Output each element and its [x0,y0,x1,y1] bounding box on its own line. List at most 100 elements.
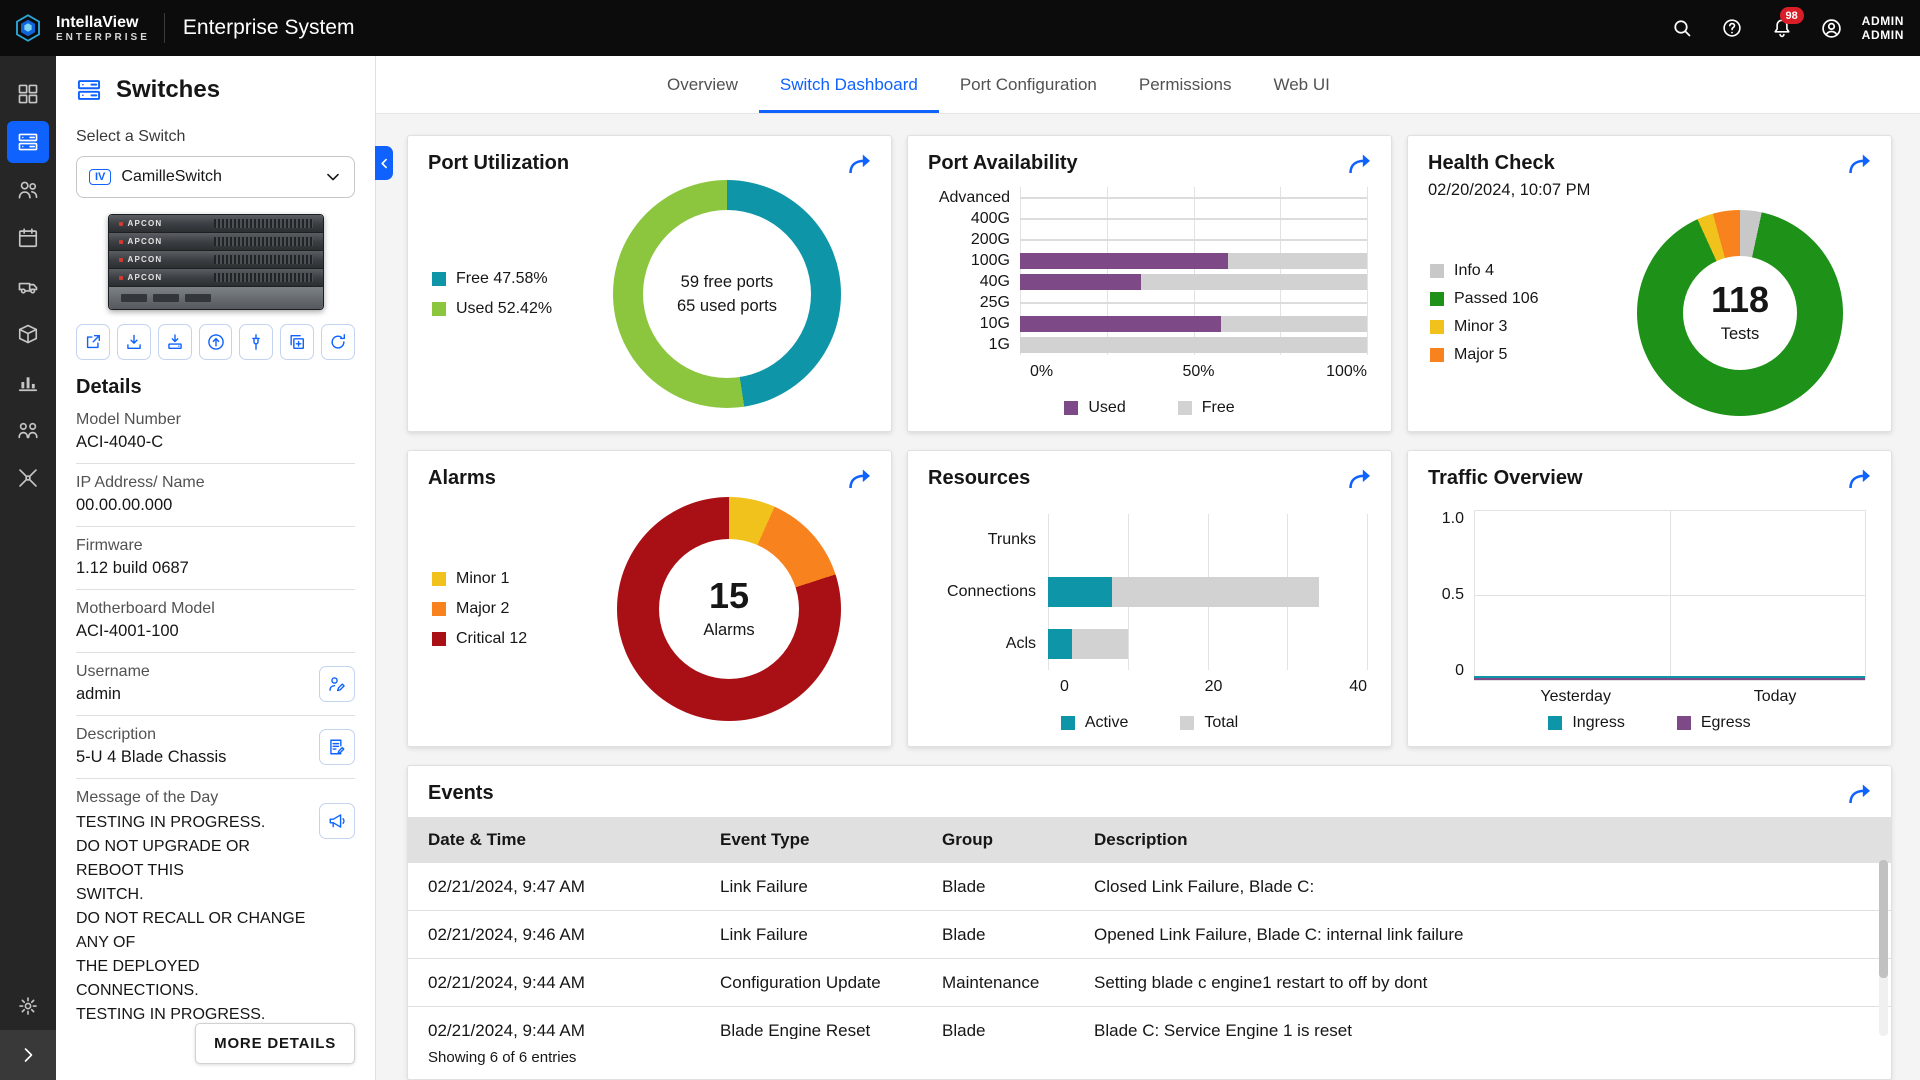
axis-tick-label: 0.5 [1441,586,1464,603]
card-title: Alarms [428,467,496,489]
events-cell: Setting blade c engine1 restart to off b… [1094,972,1428,992]
health-check-donut: 118 Tests [1637,210,1843,416]
notifications-icon[interactable]: 98 [1760,6,1804,50]
legend-item: Passed 106 [1430,290,1580,308]
switches-nav-icon[interactable] [7,121,49,163]
events-cell: 02/21/2024, 9:44 AM [428,1020,585,1040]
help-icon[interactable] [1710,6,1754,50]
calendar-nav-icon[interactable] [7,217,49,259]
events-cell: 02/21/2024, 9:44 AM [428,972,585,992]
motd-line: THE DEPLOYED CONNECTIONS. [76,958,200,999]
chart-legend: Ingress Egress [1408,714,1891,732]
brand-subtitle: ENTERPRISE [56,31,150,43]
install-firmware-button[interactable] [157,324,192,360]
upload-button[interactable] [198,324,233,360]
bar-row-400g [1020,208,1367,229]
axis-tick-label: 20 [1204,678,1223,695]
search-icon[interactable] [1660,6,1704,50]
share-icon[interactable] [1847,152,1875,176]
scrollbar-thumb[interactable] [1879,860,1888,978]
tab-bar: Overview Switch Dashboard Port Configurati… [376,56,1920,114]
open-external-button[interactable] [76,324,110,360]
dashboard-main: Overview Switch Dashboard Port Configurati… [376,56,1920,1080]
announce-button[interactable] [319,803,355,839]
edit-note-button[interactable] [319,728,355,765]
restart-button[interactable] [321,324,356,360]
bar-row-acls [1048,618,1367,670]
settings-rail-icon[interactable] [7,985,49,1027]
share-icon[interactable] [1347,467,1375,491]
detail-field-motherboard-model: Motherboard Model ACI-4001-100 [76,590,355,653]
share-icon[interactable] [1347,152,1375,176]
axis-tick-label: 0% [1030,363,1054,380]
share-icon[interactable] [847,152,875,176]
share-icon[interactable] [1847,467,1875,491]
axis-category-label: Connections [947,583,1036,600]
alarms-donut: 15 Alarms [617,497,841,721]
switch-blade: APCON [108,269,323,287]
tab-web-ui[interactable]: Web UI [1252,56,1350,113]
ingress-line [1474,676,1865,678]
switch-base [108,287,323,309]
events-cell: Blade [942,876,986,896]
legend-item: Major 2 [432,600,592,618]
user-name-line2: ADMIN [1861,28,1904,42]
events-cell: 02/21/2024, 9:46 AM [428,924,585,944]
user-name[interactable]: ADMIN ADMIN [1862,14,1904,42]
tools-nav-icon[interactable] [7,457,49,499]
chevron-down-icon [324,168,342,186]
app-logo-icon[interactable] [0,13,56,43]
tab-switch-dashboard[interactable]: Switch Dashboard [758,56,939,113]
analytics-nav-icon[interactable] [7,361,49,403]
tab-overview[interactable]: Overview [646,56,759,113]
vehicle-nav-icon[interactable] [7,265,49,307]
divider [163,13,165,43]
duplicate-button[interactable] [280,324,315,360]
tab-permissions[interactable]: Permissions [1118,56,1253,113]
traffic-overview-card: Traffic Overview 1.0 0.5 0 Yesterday Today … [1407,450,1892,747]
team-nav-icon[interactable] [7,409,49,451]
user-avatar-icon[interactable] [1810,6,1854,50]
import-config-button[interactable] [116,324,151,360]
bar-row-25g [1020,292,1367,313]
share-icon[interactable] [847,467,875,491]
more-details-button[interactable]: MORE DETAILS [195,1023,355,1064]
legend-item: Ingress [1548,714,1625,732]
panel-collapse-button[interactable] [375,146,393,180]
legend-item: Free 47.58% [432,270,600,288]
field-label: Username [76,663,150,680]
legend-item: Used 52.42% [432,300,600,318]
chart-legend: Free 47.58% Used 52.42% [432,270,600,318]
edit-user-button[interactable] [319,665,355,702]
events-row: 02/21/2024, 9:47 AM Link Failure Blade Clos… [408,863,1891,911]
bar-row-100g [1020,250,1367,271]
chart-legend: Active Total [908,714,1391,732]
field-value: ACI-4040-C [76,433,164,451]
dashboard-nav-icon[interactable] [7,73,49,115]
users-nav-icon[interactable] [7,169,49,211]
probe-button[interactable] [239,324,274,360]
axis-category-label: 100G [970,252,1010,269]
nav-rail [0,56,56,1080]
donut-center-value: 15 [708,575,750,616]
switch-panel: Switches Select a Switch IV CamilleSwitc… [56,56,376,1080]
tab-port-configuration[interactable]: Port Configuration [939,56,1118,113]
donut-center-line2: 65 used ports [677,297,777,315]
events-scrollbar[interactable] [1879,860,1888,1036]
field-label: Firmware [76,537,143,554]
detail-field-description: Description 5-U 4 Blade Chassis [76,716,355,779]
chevron-right-rail-icon[interactable] [0,1030,56,1080]
events-cell: Maintenance [942,972,1040,992]
share-icon[interactable] [1847,782,1875,806]
motd-line: DO NOT RECALL OR CHANGE ANY OF [76,910,306,951]
detail-field-username: Username admin [76,653,355,716]
switch-select-dropdown[interactable]: IV CamilleSwitch [76,156,355,198]
bar-row-trunks [1048,514,1367,566]
package-nav-icon[interactable] [7,313,49,355]
motd-text: TESTING IN PROGRESS. DO NOT UPGRADE OR RE… [76,811,319,1027]
health-check-card: Health Check 02/20/2024, 10:07 PM Info 4… [1407,135,1892,432]
details-fields: Model Number ACI-4040-C IP Address/ Name 00… [76,401,355,779]
topbar-actions: 98 ADMIN ADMIN [1660,6,1920,50]
axis-category-label: 200G [970,231,1010,248]
axis-tick-label: 0 [1455,662,1464,679]
